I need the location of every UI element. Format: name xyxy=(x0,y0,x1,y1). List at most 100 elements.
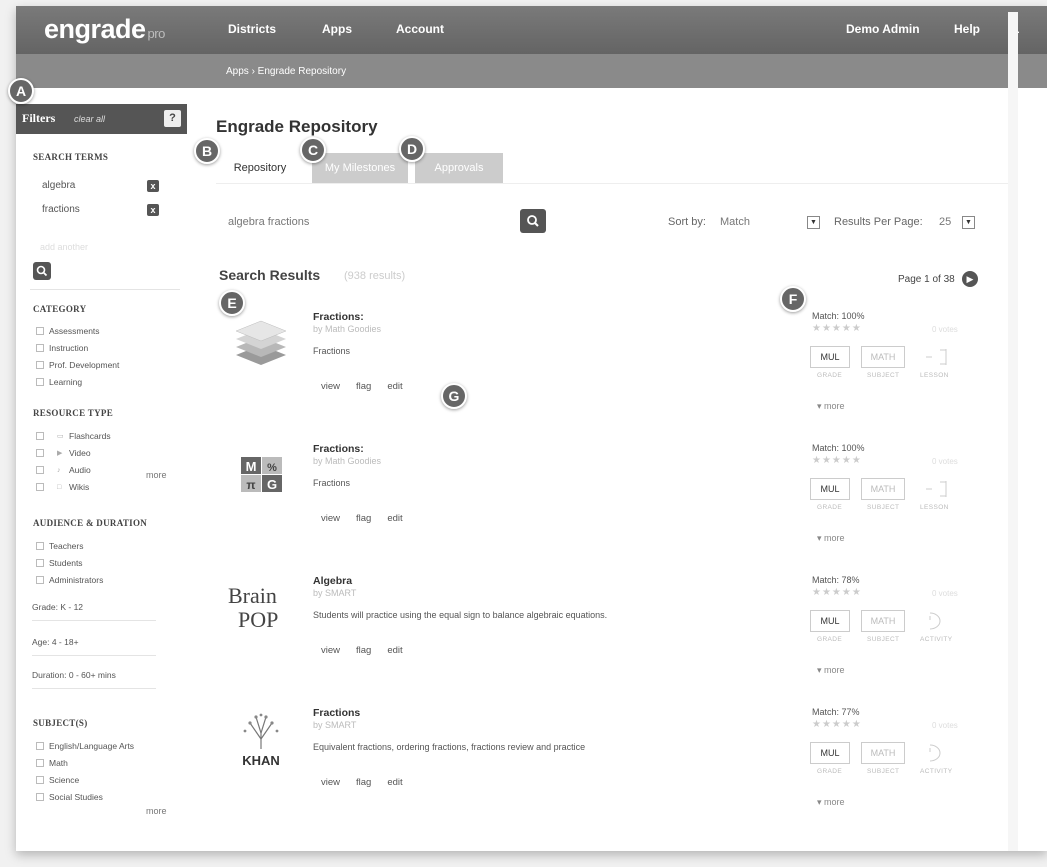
checkbox[interactable] xyxy=(36,576,44,584)
next-page-icon[interactable]: ▶ xyxy=(962,271,978,287)
checkbox[interactable] xyxy=(36,466,44,474)
edit-link[interactable]: edit xyxy=(387,513,402,524)
layers-icon[interactable] xyxy=(226,315,296,373)
checkbox[interactable] xyxy=(36,361,44,369)
more-toggle[interactable]: ▾ more xyxy=(817,401,845,412)
subject-checkbox[interactable]: Social Studies xyxy=(36,792,103,802)
flag-link[interactable]: flag xyxy=(356,381,371,392)
result-author[interactable]: by SMART xyxy=(313,720,356,730)
edit-link[interactable]: edit xyxy=(387,381,402,392)
checkbox[interactable] xyxy=(36,378,44,386)
checkbox[interactable] xyxy=(36,344,44,352)
grade-badge: MUL xyxy=(810,610,850,632)
audience-checkbox[interactable]: Teachers xyxy=(36,541,84,551)
result-item: M % π G Fractions: by Math Goodies Fract… xyxy=(216,443,1016,573)
more-toggle[interactable]: ▾ more xyxy=(817,665,845,676)
nav-help[interactable]: Help xyxy=(954,22,980,36)
brainpop-logo[interactable]: Brain POP xyxy=(226,579,296,637)
nav-districts[interactable]: Districts xyxy=(228,22,276,36)
category-checkbox[interactable]: Prof. Development xyxy=(36,360,119,370)
star-rating[interactable]: ★★★★★ xyxy=(812,587,862,598)
result-author[interactable]: by Math Goodies xyxy=(313,324,381,334)
subject-checkbox[interactable]: Science xyxy=(36,775,79,785)
checkbox[interactable] xyxy=(36,483,44,491)
audience-checkbox[interactable]: Students xyxy=(36,558,83,568)
view-link[interactable]: view xyxy=(321,645,340,656)
result-author[interactable]: by SMART xyxy=(313,588,356,598)
checkbox[interactable] xyxy=(36,432,44,440)
grade-range[interactable]: Grade: K - 12 xyxy=(32,602,83,612)
tab-my-milestones[interactable]: My Milestones xyxy=(312,153,408,183)
flashcard-icon: ▭ xyxy=(57,433,64,440)
tab-approvals[interactable]: Approvals xyxy=(415,153,503,183)
resource-type-checkbox[interactable]: □ Wikis xyxy=(36,482,89,492)
duration-range[interactable]: Duration: 0 - 60+ mins xyxy=(32,670,116,680)
view-link[interactable]: view xyxy=(321,777,340,788)
results-per-page-select[interactable]: 25 xyxy=(939,216,951,228)
subject-checkbox[interactable]: English/Language Arts xyxy=(36,741,134,751)
chevron-down-icon[interactable]: ▼ xyxy=(962,216,975,229)
flag-link[interactable]: flag xyxy=(356,645,371,656)
result-author[interactable]: by Math Goodies xyxy=(313,456,381,466)
subject-checkbox[interactable]: Math xyxy=(36,758,68,768)
resource-type-checkbox[interactable]: ♪ Audio xyxy=(36,465,91,475)
edit-link[interactable]: edit xyxy=(387,645,402,656)
more-label: more xyxy=(824,665,845,675)
logo[interactable]: engrade pro xyxy=(44,14,165,45)
star-rating[interactable]: ★★★★★ xyxy=(812,323,862,334)
resource-type-checkbox[interactable]: ▭ Flashcards xyxy=(36,431,111,441)
star-rating[interactable]: ★★★★★ xyxy=(812,719,862,730)
remove-term-icon[interactable]: x xyxy=(147,180,159,192)
add-term-input[interactable]: add another xyxy=(40,242,88,252)
nav-account[interactable]: Account xyxy=(396,22,444,36)
nav-apps[interactable]: Apps xyxy=(322,22,352,36)
activity-icon xyxy=(916,742,962,764)
checkbox[interactable] xyxy=(36,559,44,567)
checkbox[interactable] xyxy=(36,449,44,457)
breadcrumb[interactable]: Apps › Engrade Repository xyxy=(226,66,346,77)
math-goodies-logo[interactable]: M % π G xyxy=(226,447,296,505)
age-range[interactable]: Age: 4 - 18+ xyxy=(32,637,79,647)
remove-term-icon[interactable]: x xyxy=(147,204,159,216)
result-title[interactable]: Algebra xyxy=(313,575,352,587)
more-toggle[interactable]: ▾ more xyxy=(817,797,845,808)
nav-user[interactable]: Demo Admin xyxy=(846,22,920,36)
clear-all-link[interactable]: clear all xyxy=(74,114,105,124)
checkbox[interactable] xyxy=(36,759,44,767)
resource-type-checkbox[interactable]: ▶ Video xyxy=(36,448,91,458)
checkbox-label: Math xyxy=(49,758,68,768)
help-icon[interactable]: ? xyxy=(164,110,181,127)
filter-search-button[interactable] xyxy=(33,262,51,280)
checkbox[interactable] xyxy=(36,542,44,550)
sort-by-select[interactable]: Match xyxy=(720,216,750,228)
subject-badge: MATH xyxy=(861,610,905,632)
result-title[interactable]: Fractions xyxy=(313,707,360,719)
checkbox[interactable] xyxy=(36,776,44,784)
chevron-down-icon[interactable]: ▼ xyxy=(807,216,820,229)
view-link[interactable]: view xyxy=(321,513,340,524)
resource-more-link[interactable]: more xyxy=(146,470,167,480)
category-checkbox[interactable]: Instruction xyxy=(36,343,88,353)
khan-logo[interactable]: KHAN xyxy=(226,711,296,769)
checkbox[interactable] xyxy=(36,327,44,335)
checkbox[interactable] xyxy=(36,742,44,750)
subjects-more-link[interactable]: more xyxy=(146,806,167,816)
flag-link[interactable]: flag xyxy=(356,777,371,788)
more-toggle[interactable]: ▾ more xyxy=(817,533,845,544)
tab-repository[interactable]: Repository xyxy=(216,153,304,183)
marker-f: F xyxy=(780,286,806,312)
category-checkbox[interactable]: Learning xyxy=(36,377,82,387)
result-title[interactable]: Fractions: xyxy=(313,443,364,455)
search-input[interactable]: algebra fractions xyxy=(228,216,309,228)
grade-caption: GRADE xyxy=(817,636,843,643)
grade-caption: GRADE xyxy=(817,504,843,511)
search-button[interactable] xyxy=(520,209,546,233)
checkbox[interactable] xyxy=(36,793,44,801)
view-link[interactable]: view xyxy=(321,381,340,392)
star-rating[interactable]: ★★★★★ xyxy=(812,455,862,466)
result-title[interactable]: Fractions: xyxy=(313,311,364,323)
category-checkbox[interactable]: Assessments xyxy=(36,326,100,336)
flag-link[interactable]: flag xyxy=(356,513,371,524)
audience-checkbox[interactable]: Administrators xyxy=(36,575,103,585)
edit-link[interactable]: edit xyxy=(387,777,402,788)
